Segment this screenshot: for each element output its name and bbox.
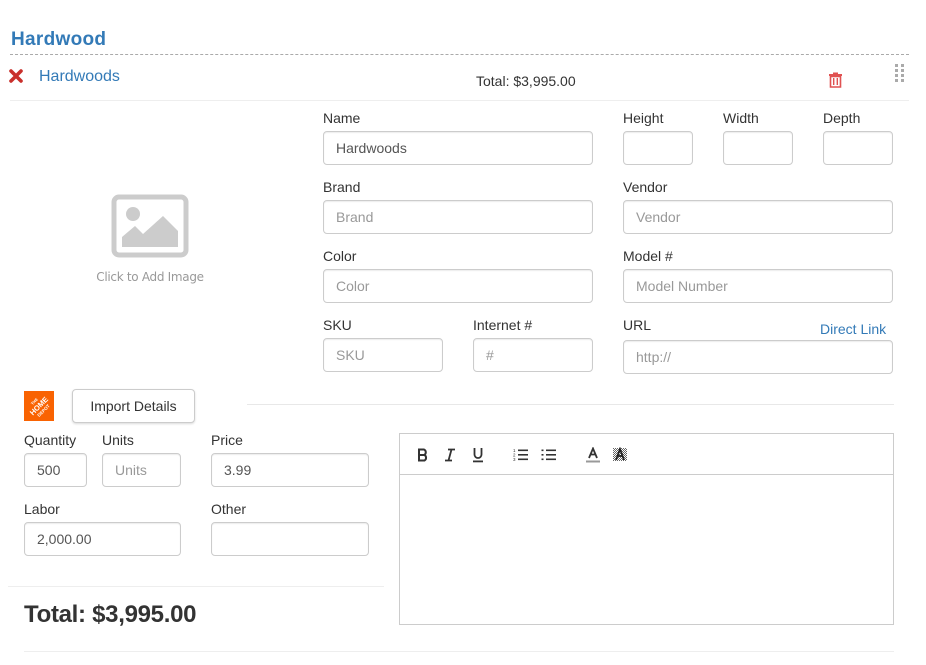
units-label: Units bbox=[102, 432, 134, 448]
name-input[interactable] bbox=[323, 131, 593, 165]
underline-button[interactable] bbox=[471, 446, 485, 464]
section-divider bbox=[10, 54, 909, 55]
unordered-list-button[interactable] bbox=[541, 446, 557, 464]
editor-toolbar: 1 2 3 bbox=[400, 434, 893, 475]
image-placeholder-icon bbox=[111, 194, 189, 258]
height-input[interactable] bbox=[623, 131, 693, 165]
price-label: Price bbox=[211, 432, 243, 448]
drag-handle-icon[interactable] bbox=[894, 63, 906, 83]
url-label: URL bbox=[623, 317, 652, 333]
totals-divider bbox=[8, 586, 384, 587]
italic-icon bbox=[445, 448, 455, 462]
brand-input[interactable] bbox=[323, 200, 593, 234]
model-input[interactable] bbox=[623, 269, 893, 303]
bold-button[interactable] bbox=[416, 446, 430, 464]
labor-label: Labor bbox=[24, 501, 60, 517]
depth-input[interactable] bbox=[823, 131, 893, 165]
labor-input[interactable] bbox=[24, 522, 181, 556]
background-color-button[interactable] bbox=[612, 446, 628, 464]
depth-label: Depth bbox=[823, 110, 861, 126]
underline-icon bbox=[473, 448, 483, 463]
add-image-caption: Click to Add Image bbox=[96, 270, 204, 284]
add-image-button[interactable]: Click to Add Image bbox=[80, 190, 220, 290]
bottom-divider bbox=[24, 651, 894, 652]
remove-x-icon[interactable] bbox=[9, 69, 23, 83]
import-details-button[interactable]: Import Details bbox=[72, 389, 195, 423]
model-label: Model # bbox=[623, 248, 673, 264]
notes-editor: 1 2 3 bbox=[399, 433, 894, 625]
home-depot-logo[interactable]: THE HOME DEPOT bbox=[24, 391, 54, 421]
font-color-icon bbox=[586, 447, 600, 463]
units-input[interactable] bbox=[102, 453, 181, 487]
quantity-label: Quantity bbox=[24, 432, 77, 448]
color-input[interactable] bbox=[323, 269, 593, 303]
ordered-list-button[interactable]: 1 2 3 bbox=[513, 446, 529, 464]
sku-label: SKU bbox=[323, 317, 352, 333]
quantity-input[interactable] bbox=[24, 453, 87, 487]
bold-icon bbox=[418, 448, 427, 462]
width-label: Width bbox=[723, 110, 759, 126]
trash-icon[interactable] bbox=[828, 72, 843, 88]
height-label: Height bbox=[623, 110, 664, 126]
internet-input[interactable] bbox=[473, 338, 593, 372]
other-label: Other bbox=[211, 501, 247, 517]
ordered-list-icon: 1 2 3 bbox=[513, 448, 528, 462]
vendor-label: Vendor bbox=[623, 179, 668, 195]
item-name-link[interactable]: Hardwoods bbox=[39, 68, 120, 86]
price-input[interactable] bbox=[211, 453, 369, 487]
svg-text:3: 3 bbox=[513, 457, 516, 462]
sku-input[interactable] bbox=[323, 338, 443, 372]
width-input[interactable] bbox=[723, 131, 793, 165]
name-label: Name bbox=[323, 110, 361, 126]
color-label: Color bbox=[323, 248, 357, 264]
section-title: Hardwood bbox=[11, 29, 107, 50]
vendor-input[interactable] bbox=[623, 200, 893, 234]
import-divider bbox=[247, 404, 894, 405]
editor-content[interactable] bbox=[400, 475, 893, 624]
direct-link[interactable]: Direct Link bbox=[820, 321, 886, 337]
background-color-icon bbox=[613, 447, 627, 461]
other-input[interactable] bbox=[211, 522, 369, 556]
italic-button[interactable] bbox=[443, 446, 457, 464]
unordered-list-icon bbox=[541, 449, 556, 461]
brand-label: Brand bbox=[323, 179, 361, 195]
grand-total: Total: $3,995.00 bbox=[24, 601, 197, 628]
row-divider bbox=[10, 100, 909, 101]
internet-label: Internet # bbox=[473, 317, 533, 333]
font-color-button[interactable] bbox=[585, 446, 601, 464]
item-total: Total: $3,995.00 bbox=[476, 73, 576, 89]
url-input[interactable] bbox=[623, 340, 893, 374]
